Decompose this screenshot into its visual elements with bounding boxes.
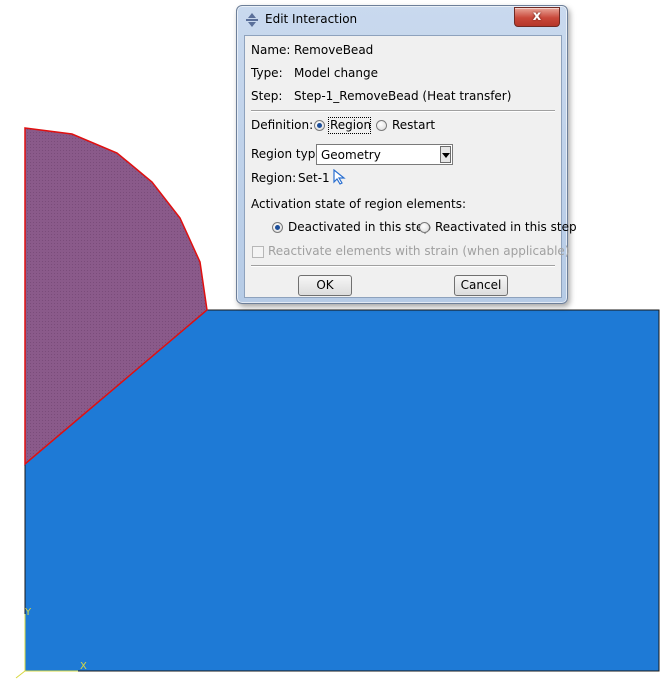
definition-restart-radio[interactable] <box>376 120 387 131</box>
chevron-down-icon[interactable] <box>440 146 451 163</box>
step-value: Step-1_RemoveBead (Heat transfer) <box>294 89 512 103</box>
close-icon: x <box>532 9 542 24</box>
definition-region-radio[interactable] <box>314 120 325 131</box>
close-button[interactable]: x <box>514 7 560 27</box>
name-label: Name: <box>251 43 291 57</box>
ok-button[interactable]: OK <box>298 275 352 296</box>
type-value: Model change <box>294 66 379 80</box>
step-label: Step: <box>251 89 283 103</box>
region-label: Region: <box>251 171 297 185</box>
region-value: Set-1 <box>298 171 330 185</box>
x-axis-label: X <box>80 661 87 672</box>
definition-region-label[interactable]: Region <box>330 118 371 132</box>
edit-interaction-dialog: Edit Interaction x Name: RemoveBead Type… <box>236 5 577 304</box>
definition-label: Definition: <box>251 118 314 132</box>
reactivate-strain-checkbox[interactable] <box>252 246 264 258</box>
pick-region-arrow-icon[interactable] <box>333 169 347 185</box>
region-type-value: Geometry <box>321 148 381 162</box>
dialog-titlebar[interactable]: Edit Interaction x <box>237 6 567 34</box>
interaction-icon <box>246 13 258 27</box>
dialog-title: Edit Interaction <box>265 12 358 26</box>
separator <box>251 110 555 112</box>
deactivated-radio[interactable] <box>272 222 283 233</box>
dialog-body: Name: RemoveBead Type: Model change Step… <box>244 35 577 298</box>
deactivated-label[interactable]: Deactivated in this step <box>288 220 431 234</box>
type-label: Type: <box>251 66 283 80</box>
reactivated-radio[interactable] <box>419 222 430 233</box>
region-type-select[interactable]: Geometry <box>316 144 453 165</box>
reactivated-label[interactable]: Reactivated in this step <box>435 220 577 234</box>
reactivate-strain-label: Reactivate elements with strain (when ap… <box>268 244 570 258</box>
separator <box>251 265 555 267</box>
cancel-button[interactable]: Cancel <box>454 275 508 296</box>
y-axis-label: Y <box>25 607 32 618</box>
name-value: RemoveBead <box>294 43 374 57</box>
activation-label: Activation state of region elements: <box>251 197 467 211</box>
definition-restart-label[interactable]: Restart <box>392 118 435 132</box>
